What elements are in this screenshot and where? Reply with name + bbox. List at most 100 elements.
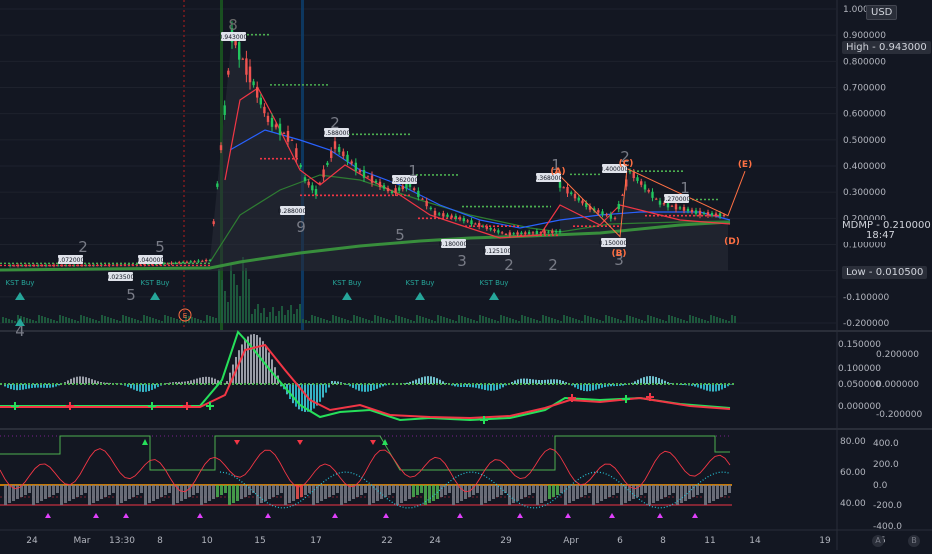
volume-bar [464,317,466,323]
volume-bar [668,315,670,323]
time-tick-label: 11 [704,536,715,546]
time-tick-label: 8 [157,536,163,546]
candle-body [675,204,677,209]
macd-histogram-bar [178,382,180,384]
volume-bar [410,320,412,323]
candle-body [242,59,244,60]
candle-body [719,213,721,216]
osc-histogram-bar [508,485,511,505]
candle-body [597,210,599,212]
osc-histogram-bar [604,485,607,499]
currency-badge[interactable]: USD [866,5,897,20]
candle-body [252,81,254,85]
osc-histogram-bar [256,485,259,505]
volume-bar [395,315,397,323]
osc-histogram-bar [52,485,55,495]
auto-scale-button[interactable]: A [872,535,884,547]
volume-bar [110,318,112,323]
macd-histogram-bar [313,384,315,409]
volume-bar [272,307,274,323]
macd-histogram-bar [424,376,426,384]
osc-histogram-bar [312,485,315,505]
volume-bar [497,321,499,323]
log-scale-button[interactable]: B [908,535,920,547]
price-tick-label: 0.600000 [843,110,886,120]
candle-body [621,195,623,196]
volume-bar [518,321,520,323]
price-label-text: 0.288000 [278,208,307,215]
wave-letter-label: (E) [738,160,752,170]
volume-bar [251,314,253,323]
candle-body [610,214,612,218]
candle-body [334,141,336,149]
volume-bar [197,319,199,323]
chart-svg[interactable]: 0.9430000.5880000.2820000.2880000.362000… [0,0,932,550]
candle-body [695,210,697,214]
volume-bar [428,319,430,323]
osc-signal-marker [565,513,571,518]
volume-bar [119,321,121,323]
candle-body [446,215,448,217]
volume-bar [290,305,292,323]
price-tick-label: 0.500000 [843,136,886,146]
osc-histogram-bar [216,485,219,497]
osc-histogram-bar [152,485,155,501]
candle-body [466,220,468,221]
osc-histogram-bar [560,485,563,493]
volume-bar [722,319,724,323]
osc-histogram-bar [60,485,63,505]
volume-bar [41,316,43,323]
candle-body [687,209,689,211]
volume-bar [491,319,493,323]
candle-body [402,186,404,189]
volume-bar [404,318,406,323]
candle-body [245,58,247,74]
osc-histogram-bar [596,485,599,503]
osc-histogram-bar [548,485,551,499]
volume-bar [602,321,604,323]
candle-body [193,261,195,262]
volume-bar [176,319,178,323]
volume-bar [104,316,106,323]
macd-histogram-bar [22,384,24,390]
osc-histogram-bar [704,485,707,505]
osc-histogram-bar [92,485,95,503]
volume-bar [122,315,124,323]
osc-histogram-bar [160,485,163,497]
osc-histogram-bar [220,485,223,495]
volume-bar [470,319,472,323]
volume-bar [713,316,715,323]
volume-bar [656,318,658,323]
kst-buy-arrow [15,292,25,300]
kst-buy-label: KST Buy [480,279,509,287]
candle-body [551,231,553,233]
candle-body [223,105,225,115]
candle-body [346,155,348,162]
volume-bar [212,317,214,323]
candle-body [505,234,507,235]
macd-histogram-bar [433,377,435,384]
macd-right-tick: 0.200000 [876,350,919,360]
volume-bar [674,317,676,323]
macd-histogram-bar [694,384,696,387]
macd-histogram-bar [244,340,246,384]
volume-bar [257,304,259,323]
osc-signal-marker [517,513,523,518]
volume-bar [374,315,376,323]
osc-histogram-bar [664,485,667,497]
osc-histogram-bar [136,485,139,495]
volume-bar [494,320,496,323]
high-badge-label: High [846,42,869,53]
volume-bar [194,318,196,323]
osc-histogram-bar [104,485,107,497]
osc-histogram-bar [584,485,587,495]
price-tick-label: 0.700000 [843,84,886,94]
volume-bar [35,321,37,323]
volume-bar [227,302,229,323]
osc-histogram-bar [272,485,275,497]
candle-body [330,151,332,158]
osc-histogram-bar [448,485,451,493]
macd-histogram-bar [598,384,600,389]
volume-bar [263,308,265,323]
macd-histogram-bar [610,384,612,386]
